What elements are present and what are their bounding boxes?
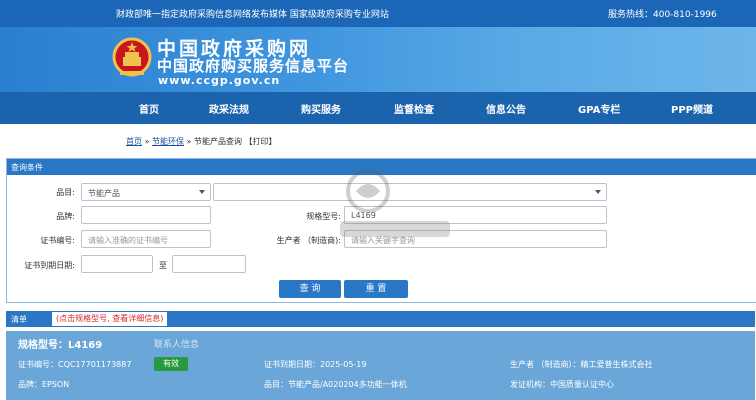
expiry-label: 证书到期日期: bbox=[24, 261, 75, 270]
list-hint: (点击规格型号, 查看详细信息) bbox=[52, 312, 168, 326]
result-cert-no: 证书编号：CQC17701173887 bbox=[18, 360, 132, 369]
main-nav: 首页 政采法规 购买服务 监督检查 信息公告 GPA专栏 PPP频道 bbox=[0, 92, 756, 124]
result-category: 品目：节能产品/A020204多功能一体机 bbox=[264, 380, 407, 389]
breadcrumb-home[interactable]: 首页 bbox=[126, 137, 142, 146]
nav-ppp[interactable]: PPP频道 bbox=[671, 101, 713, 116]
print-link[interactable]: 【打印】 bbox=[245, 137, 277, 146]
site-url: www.ccgp.gov.cn bbox=[158, 74, 281, 87]
breadcrumb-separator: » bbox=[144, 137, 150, 146]
cert-input[interactable]: 请输入准确的证书编号 bbox=[81, 230, 211, 248]
breadcrumb-section[interactable]: 节能环保 bbox=[152, 137, 184, 146]
nav-home[interactable]: 首页 bbox=[139, 101, 159, 116]
nav-gpa[interactable]: GPA专栏 bbox=[578, 101, 620, 116]
search-button[interactable]: 查 询 bbox=[279, 280, 341, 298]
maker-label: 生产者 （制造商): bbox=[276, 236, 341, 245]
list-header: 清单 (点击规格型号, 查看详细信息) bbox=[6, 311, 755, 327]
expiry-from-input[interactable] bbox=[81, 255, 153, 273]
to-label: 至 bbox=[159, 261, 167, 270]
brand-label: 品牌: bbox=[56, 212, 75, 221]
watermark-logo-icon bbox=[340, 169, 450, 237]
top-info-bar: 财政部唯一指定政府采购信息网络发布媒体 国家级政府采购专业网站 服务热线：400… bbox=[0, 0, 756, 27]
result-brand: 品牌：EPSON bbox=[18, 380, 70, 389]
result-issuer: 发证机构：中国质量认证中心 bbox=[510, 380, 614, 389]
breadcrumb-current: 节能产品查询 bbox=[194, 137, 242, 146]
nav-supervision[interactable]: 监督检查 bbox=[394, 101, 434, 116]
breadcrumb: 首页 » 节能环保 » 节能产品查询 【打印】 bbox=[126, 136, 277, 147]
brand-input[interactable] bbox=[81, 206, 211, 224]
chevron-down-icon bbox=[199, 190, 205, 194]
cert-label: 证书编号: bbox=[40, 236, 75, 245]
expiry-to-input[interactable] bbox=[172, 255, 246, 273]
site-subtitle: 中国政府购买服务信息平台 bbox=[157, 57, 350, 75]
nav-regulations[interactable]: 政采法规 bbox=[209, 101, 249, 116]
list-title: 清单 bbox=[11, 315, 27, 324]
reset-button[interactable]: 重 置 bbox=[344, 280, 408, 298]
category-label: 品目: bbox=[56, 188, 75, 197]
breadcrumb-separator: » bbox=[186, 137, 192, 146]
category-select[interactable]: 节能产品 bbox=[81, 183, 211, 201]
result-expiry: 证书到期日期：2025-05-19 bbox=[264, 360, 367, 369]
site-notice: 财政部唯一指定政府采购信息网络发布媒体 国家级政府采购专业网站 bbox=[116, 10, 389, 20]
query-panel-title: 查询条件 bbox=[11, 163, 43, 172]
result-maker: 生产者 （制造商）：精工爱普生株式会社 bbox=[510, 360, 653, 369]
contact-info-link[interactable]: 联系人信息 bbox=[154, 337, 199, 350]
category-select-value: 节能产品 bbox=[88, 189, 120, 198]
status-badge: 有效 bbox=[154, 357, 188, 371]
national-emblem-icon bbox=[112, 37, 152, 77]
site-banner: 中国政府采购网 中国政府购买服务信息平台 www.ccgp.gov.cn bbox=[0, 27, 756, 92]
nav-purchase-services[interactable]: 购买服务 bbox=[301, 101, 341, 116]
chevron-down-icon bbox=[595, 190, 601, 194]
result-card: 规格型号：L4169 联系人信息 证书编号：CQC17701173887 有效 … bbox=[6, 331, 755, 400]
result-model-link[interactable]: 规格型号：L4169 bbox=[18, 336, 102, 351]
service-hotline: 服务热线：400-810-1996 bbox=[608, 10, 717, 20]
nav-announcements[interactable]: 信息公告 bbox=[486, 101, 526, 116]
